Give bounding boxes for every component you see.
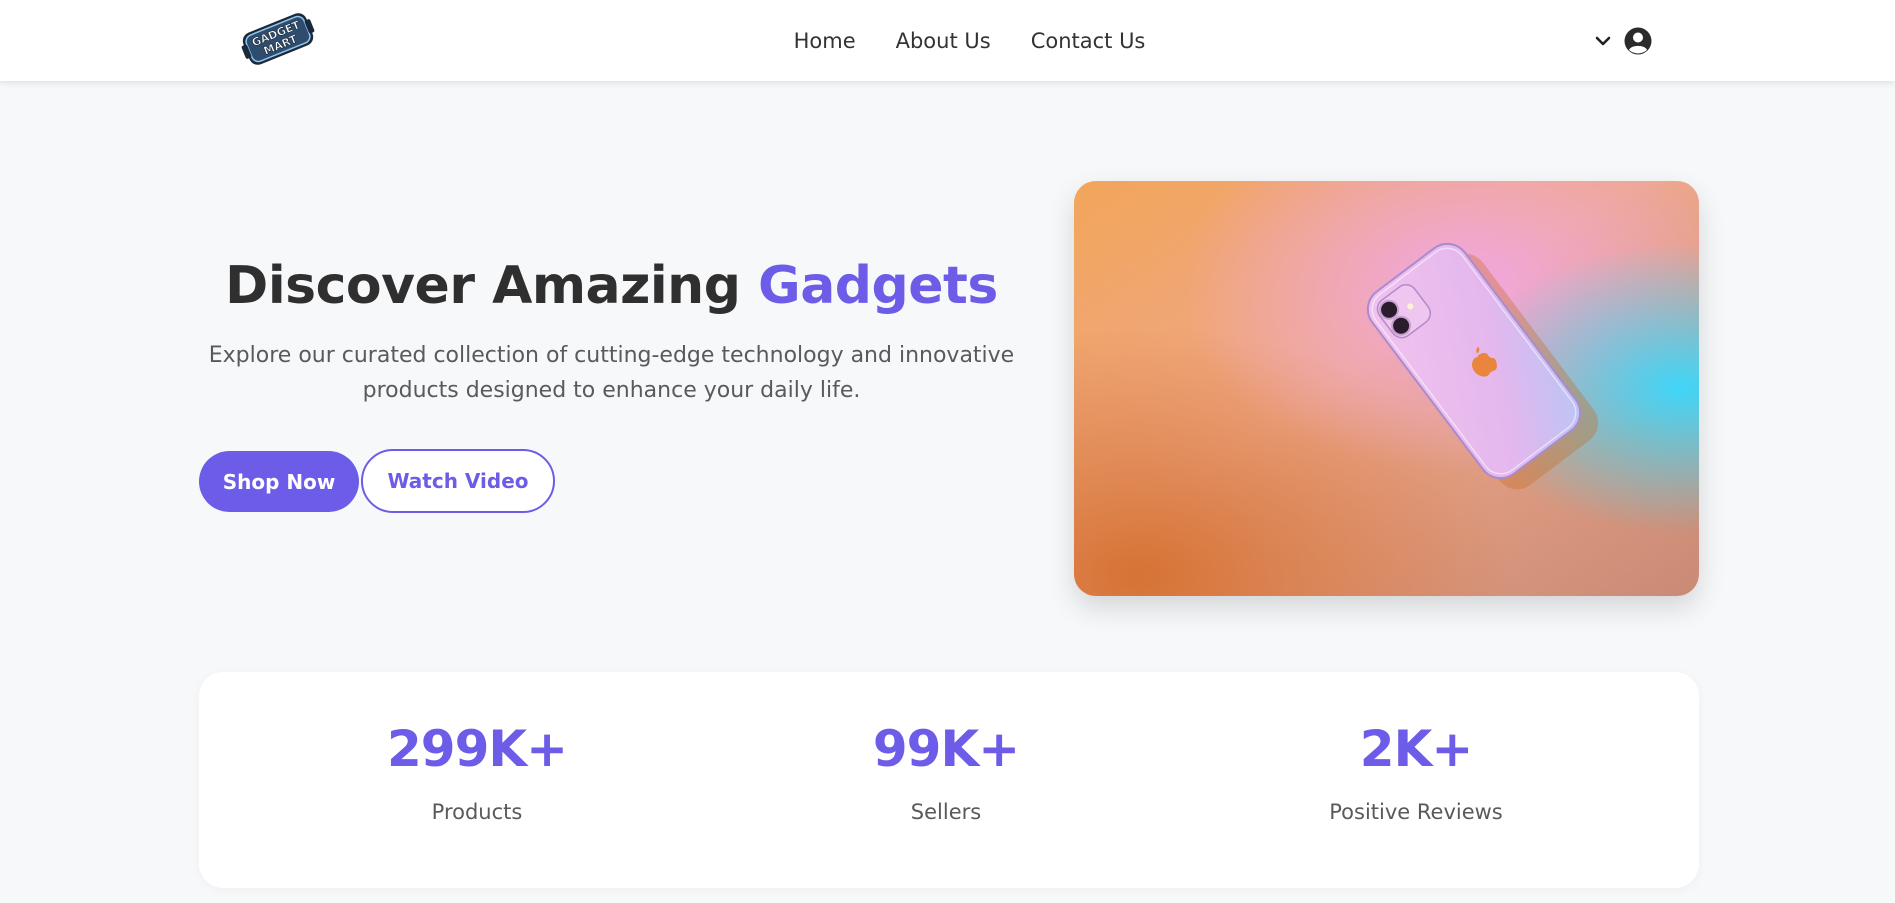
hero-title-main: Discover Amazing (225, 256, 759, 316)
stat-label: Products (431, 800, 523, 824)
stat-value: 299K+ (386, 720, 568, 778)
stat-positive-reviews: 2K+ Positive Reviews (1266, 720, 1566, 824)
hero-product-image (1074, 181, 1699, 596)
user-circle-icon[interactable] (1623, 26, 1653, 56)
stat-products: 299K+ Products (327, 720, 627, 824)
nav-link-contact-us[interactable]: Contact Us (1031, 29, 1146, 53)
stat-value: 2K+ (1359, 720, 1473, 778)
stat-value: 99K+ (872, 720, 1020, 778)
shop-now-button[interactable]: Shop Now (199, 451, 359, 512)
stat-label: Positive Reviews (1329, 800, 1503, 824)
navbar: GADGET MART Home About Us Contact Us (0, 0, 1895, 81)
stat-sellers: 99K+ Sellers (796, 720, 1096, 824)
account-menu (1593, 24, 1653, 58)
hero-actions: Shop Now Watch Video (199, 449, 555, 513)
watch-video-button[interactable]: Watch Video (361, 449, 555, 513)
nav-link-home[interactable]: Home (794, 29, 856, 53)
nav-link-about-us[interactable]: About Us (896, 29, 991, 53)
hero-text: Discover Amazing Gadgets Explore our cur… (199, 256, 1024, 408)
hero-title: Discover Amazing Gadgets (199, 256, 1024, 316)
hero-subtitle: Explore our curated collection of cuttin… (208, 343, 1015, 403)
hero-title-accent: Gadgets (758, 256, 998, 316)
chevron-down-icon[interactable] (1593, 31, 1613, 51)
stat-label: Sellers (910, 800, 982, 824)
stats-card: 299K+ Products 99K+ Sellers 2K+ Positive… (199, 672, 1699, 888)
